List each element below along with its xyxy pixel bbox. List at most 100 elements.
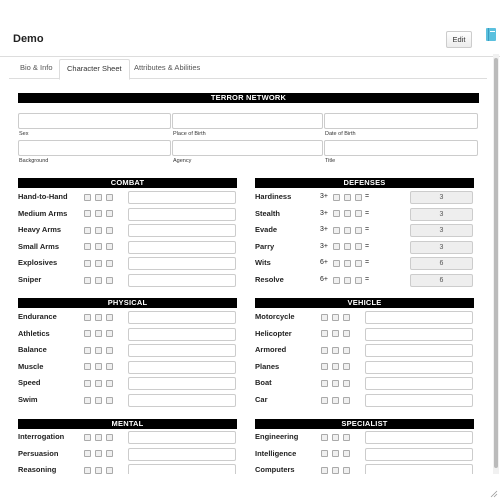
skill-rank-checkbox[interactable] (106, 330, 113, 338)
defense-checkbox[interactable] (344, 210, 351, 218)
defense-checkbox[interactable] (355, 276, 362, 284)
skill-rank-checkbox[interactable] (95, 243, 102, 251)
tab-character-sheet[interactable]: Character Sheet (59, 59, 130, 80)
skill-rank-checkbox[interactable] (343, 450, 350, 458)
skill-rank-checkbox[interactable] (106, 276, 113, 284)
skill-rank-checkbox[interactable] (332, 466, 339, 474)
skill-notes-input[interactable] (128, 394, 236, 407)
skill-notes-input[interactable] (365, 431, 473, 444)
resize-handle-icon[interactable] (490, 490, 498, 498)
skill-rank-checkbox[interactable] (84, 330, 91, 338)
scrollbar-thumb[interactable] (494, 58, 498, 468)
skill-rank-checkbox[interactable] (84, 379, 91, 387)
network-input[interactable] (324, 140, 478, 156)
skill-rank-checkbox[interactable] (84, 346, 91, 354)
tab-bio-info[interactable]: Bio & Info (13, 59, 60, 77)
skill-rank-checkbox[interactable] (332, 396, 339, 404)
skill-rank-checkbox[interactable] (321, 379, 328, 387)
book-icon[interactable] (485, 27, 497, 42)
skill-rank-checkbox[interactable] (84, 243, 91, 251)
skill-notes-input[interactable] (365, 360, 473, 374)
defense-checkbox[interactable] (344, 193, 351, 201)
skill-rank-checkbox[interactable] (84, 193, 91, 201)
skill-rank-checkbox[interactable] (332, 363, 339, 371)
skill-rank-checkbox[interactable] (106, 313, 113, 321)
skill-rank-checkbox[interactable] (106, 379, 113, 387)
tab-attributes-abilities[interactable]: Attributes & Abilities (127, 59, 207, 77)
network-input[interactable] (18, 113, 171, 129)
skill-rank-checkbox[interactable] (343, 346, 350, 354)
network-input[interactable] (324, 113, 478, 129)
skill-rank-checkbox[interactable] (332, 433, 339, 441)
skill-notes-input[interactable] (365, 447, 473, 461)
defense-checkbox[interactable] (333, 193, 340, 201)
skill-rank-checkbox[interactable] (95, 313, 102, 321)
skill-notes-input[interactable] (365, 311, 473, 324)
skill-rank-checkbox[interactable] (106, 433, 113, 441)
skill-rank-checkbox[interactable] (95, 276, 102, 284)
skill-rank-checkbox[interactable] (343, 330, 350, 338)
skill-notes-input[interactable] (365, 344, 473, 358)
skill-rank-checkbox[interactable] (106, 450, 113, 458)
network-input[interactable] (18, 140, 171, 156)
skill-rank-checkbox[interactable] (84, 226, 91, 234)
defense-checkbox[interactable] (333, 259, 340, 267)
skill-rank-checkbox[interactable] (84, 450, 91, 458)
defense-checkbox[interactable] (355, 193, 362, 201)
skill-notes-input[interactable] (365, 377, 473, 391)
skill-rank-checkbox[interactable] (321, 466, 328, 474)
skill-rank-checkbox[interactable] (343, 466, 350, 474)
defense-checkbox[interactable] (333, 226, 340, 234)
skill-rank-checkbox[interactable] (106, 243, 113, 251)
skill-rank-checkbox[interactable] (321, 346, 328, 354)
skill-rank-checkbox[interactable] (84, 276, 91, 284)
skill-rank-checkbox[interactable] (321, 313, 328, 321)
skill-rank-checkbox[interactable] (84, 466, 91, 474)
skill-rank-checkbox[interactable] (95, 346, 102, 354)
skill-rank-checkbox[interactable] (106, 363, 113, 371)
skill-rank-checkbox[interactable] (106, 396, 113, 404)
skill-notes-input[interactable] (128, 224, 236, 238)
skill-rank-checkbox[interactable] (106, 346, 113, 354)
skill-notes-input[interactable] (128, 207, 236, 221)
skill-rank-checkbox[interactable] (343, 363, 350, 371)
skill-notes-input[interactable] (128, 377, 236, 391)
skill-notes-input[interactable] (365, 394, 473, 407)
skill-rank-checkbox[interactable] (332, 346, 339, 354)
skill-notes-input[interactable] (128, 257, 236, 271)
skill-rank-checkbox[interactable] (95, 226, 102, 234)
skill-notes-input[interactable] (365, 327, 473, 341)
defense-checkbox[interactable] (355, 243, 362, 251)
skill-rank-checkbox[interactable] (332, 313, 339, 321)
defense-checkbox[interactable] (344, 259, 351, 267)
skill-notes-input[interactable] (128, 431, 236, 444)
skill-rank-checkbox[interactable] (95, 259, 102, 267)
skill-notes-input[interactable] (128, 327, 236, 341)
skill-rank-checkbox[interactable] (95, 433, 102, 441)
skill-rank-checkbox[interactable] (84, 313, 91, 321)
skill-rank-checkbox[interactable] (84, 433, 91, 441)
defense-checkbox[interactable] (333, 210, 340, 218)
skill-rank-checkbox[interactable] (95, 379, 102, 387)
skill-rank-checkbox[interactable] (106, 259, 113, 267)
skill-rank-checkbox[interactable] (343, 313, 350, 321)
skill-rank-checkbox[interactable] (106, 226, 113, 234)
skill-rank-checkbox[interactable] (95, 396, 102, 404)
skill-rank-checkbox[interactable] (95, 193, 102, 201)
skill-rank-checkbox[interactable] (106, 466, 113, 474)
skill-notes-input[interactable] (128, 344, 236, 358)
defense-checkbox[interactable] (344, 226, 351, 234)
defense-checkbox[interactable] (344, 243, 351, 251)
skill-rank-checkbox[interactable] (106, 210, 113, 218)
skill-rank-checkbox[interactable] (321, 363, 328, 371)
skill-rank-checkbox[interactable] (321, 450, 328, 458)
defense-checkbox[interactable] (355, 210, 362, 218)
skill-rank-checkbox[interactable] (343, 433, 350, 441)
skill-rank-checkbox[interactable] (84, 259, 91, 267)
edit-button[interactable]: Edit (446, 31, 472, 48)
network-input[interactable] (172, 113, 323, 129)
skill-rank-checkbox[interactable] (95, 210, 102, 218)
skill-rank-checkbox[interactable] (106, 193, 113, 201)
skill-rank-checkbox[interactable] (84, 210, 91, 218)
skill-rank-checkbox[interactable] (321, 396, 328, 404)
